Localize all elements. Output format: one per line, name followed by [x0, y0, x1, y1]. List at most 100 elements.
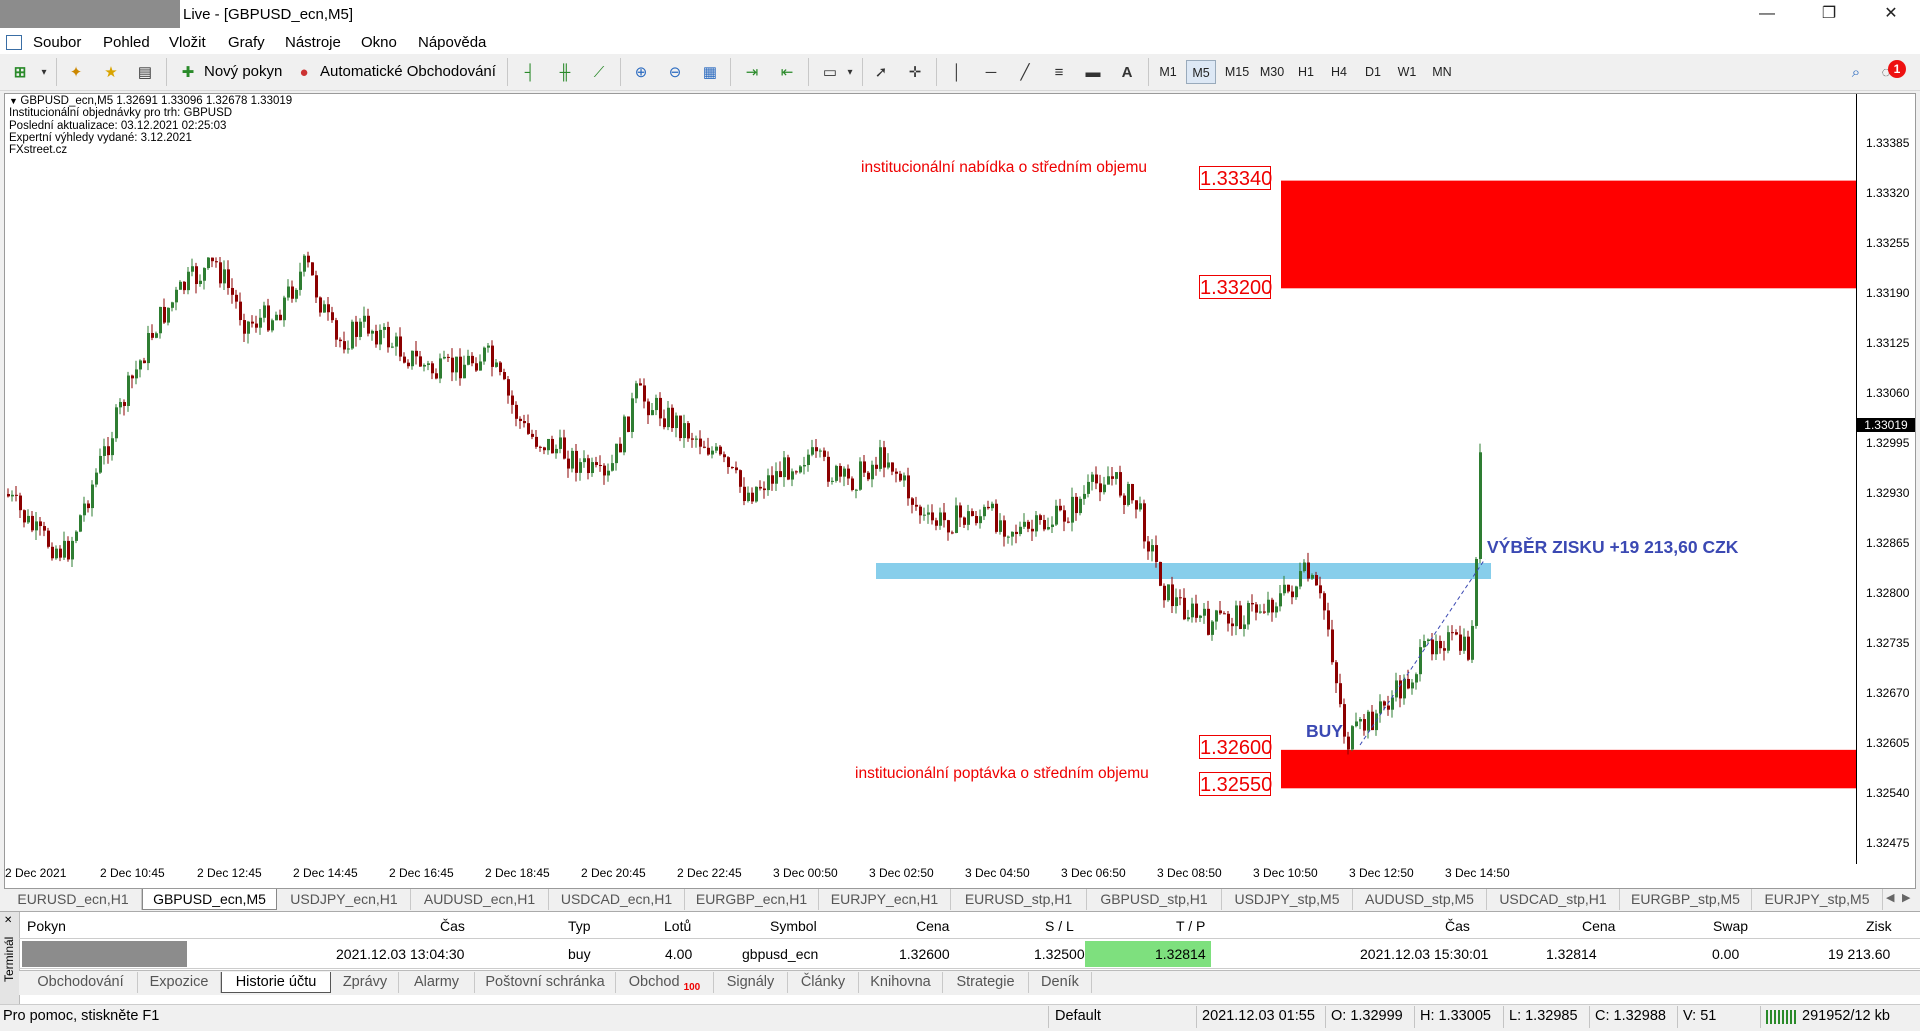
menu-napoveda[interactable]: Nápověda — [418, 34, 486, 51]
timeframe-h1[interactable]: H1 — [1291, 60, 1321, 84]
market-watch-icon[interactable]: ✦ — [64, 60, 88, 84]
favorites-icon[interactable]: ★ — [99, 60, 123, 84]
col-header-cas[interactable]: Čas — [440, 916, 465, 936]
trendline-icon[interactable]: ╱ — [1013, 60, 1037, 84]
order-sl[interactable]: 1.32500 — [1034, 944, 1085, 964]
supply-zone-top-price[interactable]: 1.33340 — [1199, 166, 1272, 190]
dropdown-arrow-icon[interactable]: ▾ — [32, 60, 56, 84]
menu-grafy[interactable]: Grafy — [228, 34, 265, 51]
order-close-price[interactable]: 1.32814 — [1546, 944, 1597, 964]
zoom-in-icon[interactable]: ⊕ — [629, 60, 653, 84]
symbol-tab[interactable]: EURJPY_stp,M5 — [1752, 889, 1883, 910]
tab-strategie[interactable]: Strategie — [943, 972, 1029, 993]
dropdown-arrow-icon[interactable]: ▾ — [838, 60, 862, 84]
close-button[interactable]: ✕ — [1868, 0, 1914, 30]
order-open-time[interactable]: 2021.12.03 13:04:30 — [336, 944, 464, 964]
tab-scroll-left-icon[interactable]: ◀ — [1886, 891, 1894, 904]
col-header-close-time[interactable]: Čas — [1445, 916, 1470, 936]
auto-scroll-icon[interactable]: ⇥ — [740, 60, 764, 84]
navigator-icon[interactable]: ▤ — [133, 60, 157, 84]
chart-shift-icon[interactable]: ⇤ — [775, 60, 799, 84]
notification-badge[interactable]: 1 — [1888, 60, 1906, 78]
order-profit[interactable]: 19 213.60 — [1828, 944, 1890, 964]
symbol-tab[interactable]: EURUSD_ecn,H1 — [5, 889, 142, 910]
tab-obchod[interactable]: Obchod 100 — [616, 972, 714, 993]
trade-line[interactable] — [1359, 558, 1486, 746]
timeframe-m15[interactable]: M15 — [1221, 60, 1253, 84]
col-header-pokyn[interactable]: Pokyn — [27, 916, 66, 936]
text-tool-icon[interactable]: A — [1115, 60, 1139, 84]
tile-windows-icon[interactable]: ▦ — [698, 60, 722, 84]
timeframe-d1[interactable]: D1 — [1358, 60, 1388, 84]
demand-zone-bottom-price[interactable]: 1.32550 — [1199, 772, 1272, 796]
bar-chart-icon[interactable]: ┤ — [518, 60, 542, 84]
minimize-button[interactable]: — — [1744, 0, 1790, 30]
order-lots[interactable]: 4.00 — [665, 944, 692, 964]
timeframe-m5[interactable]: M5 — [1186, 60, 1216, 84]
order-type[interactable]: buy — [568, 944, 591, 964]
cursor-icon[interactable]: ➚ — [869, 60, 893, 84]
supply-zone-bottom-price[interactable]: 1.33200 — [1199, 275, 1272, 299]
menu-soubor[interactable]: Soubor — [33, 34, 81, 51]
demand-zone-top-price[interactable]: 1.32600 — [1199, 735, 1272, 759]
col-header-cena[interactable]: Cena — [916, 916, 949, 936]
symbol-tab[interactable]: USDJPY_stp,M5 — [1222, 889, 1353, 910]
tab-obchodovani[interactable]: Obchodování — [24, 972, 138, 993]
tab-scroll-right-icon[interactable]: ▶ — [1902, 891, 1910, 904]
timeframe-m1[interactable]: M1 — [1153, 60, 1183, 84]
col-header-zisk[interactable]: Zisk — [1866, 916, 1892, 936]
col-header-tp[interactable]: T / P — [1176, 916, 1205, 936]
symbol-tab[interactable]: EURUSD_stp,H1 — [951, 889, 1087, 910]
symbol-tab[interactable]: USDCAD_stp,H1 — [1487, 889, 1620, 910]
symbol-tab[interactable]: GBPUSD_stp,H1 — [1087, 889, 1222, 910]
col-header-sl[interactable]: S / L — [1045, 916, 1074, 936]
tab-knihovna[interactable]: Knihovna — [859, 972, 943, 993]
symbol-tab[interactable]: EURJPY_ecn,H1 — [819, 889, 951, 910]
tab-signaly[interactable]: Signály — [714, 972, 788, 993]
tab-zpravy[interactable]: Zprávy — [332, 972, 399, 993]
new-chart-icon[interactable]: ⊞ — [8, 60, 32, 84]
symbol-tab[interactable]: EURGBP_stp,M5 — [1620, 889, 1752, 910]
order-symbol[interactable]: gbpusd_ecn — [742, 944, 818, 964]
symbol-tab[interactable]: AUDUSD_ecn,H1 — [411, 889, 549, 910]
symbol-tab[interactable]: AUDUSD_stp,M5 — [1353, 889, 1487, 910]
horizontal-line-icon[interactable]: ─ — [979, 60, 1003, 84]
symbol-tab[interactable]: EURGBP_ecn,H1 — [685, 889, 819, 910]
timeframe-w1[interactable]: W1 — [1392, 60, 1422, 84]
restore-button[interactable]: ❐ — [1806, 0, 1852, 30]
symbol-tab[interactable]: USDJPY_ecn,H1 — [278, 889, 411, 910]
tab-clanky[interactable]: Články — [788, 972, 859, 993]
search-icon[interactable]: ⌕ — [1844, 60, 1868, 84]
tab-expozice[interactable]: Expozice — [138, 972, 221, 993]
menu-vlozit[interactable]: Vložit — [169, 34, 206, 51]
crosshair-icon[interactable]: ✛ — [903, 60, 927, 84]
order-close-time[interactable]: 2021.12.03 15:30:01 — [1360, 944, 1488, 964]
menu-nastroje[interactable]: Nástroje — [285, 34, 341, 51]
symbol-tab-active[interactable]: GBPUSD_ecn,M5 — [142, 889, 277, 910]
new-order-icon[interactable]: ✚ — [176, 60, 200, 84]
timeframe-m30[interactable]: M30 — [1256, 60, 1288, 84]
timeframe-h4[interactable]: H4 — [1324, 60, 1354, 84]
col-header-lotu[interactable]: Lotů — [664, 916, 691, 936]
close-terminal-icon[interactable]: ✕ — [4, 915, 12, 926]
tab-alarmy[interactable]: Alarmy — [399, 972, 475, 993]
candlestick-icon[interactable]: ╫ — [553, 60, 577, 84]
col-header-close-price[interactable]: Cena — [1582, 916, 1615, 936]
tab-historie-uctu[interactable]: Historie účtu — [221, 972, 331, 993]
zoom-out-icon[interactable]: ⊖ — [663, 60, 687, 84]
menu-pohled[interactable]: Pohled — [103, 34, 150, 51]
symbol-tab[interactable]: USDCAD_ecn,H1 — [549, 889, 685, 910]
tab-postovni-schranka[interactable]: Poštovní schránka — [475, 972, 616, 993]
rectangle-icon[interactable]: ▬ — [1081, 60, 1105, 84]
auto-trading-icon[interactable]: ● — [292, 60, 316, 84]
col-header-swap[interactable]: Swap — [1713, 916, 1748, 936]
price-chart[interactable] — [5, 94, 1856, 864]
status-profile[interactable]: Default — [1055, 1008, 1101, 1024]
col-header-symbol[interactable]: Symbol — [770, 916, 817, 936]
order-tp[interactable]: 1.32814 — [1155, 944, 1206, 964]
fibonacci-icon[interactable]: ≡ — [1047, 60, 1071, 84]
line-chart-icon[interactable]: ⟋ — [587, 60, 611, 84]
auto-trading-button[interactable]: Automatické Obchodování — [320, 63, 496, 80]
menu-okno[interactable]: Okno — [361, 34, 397, 51]
order-swap[interactable]: 0.00 — [1712, 944, 1739, 964]
